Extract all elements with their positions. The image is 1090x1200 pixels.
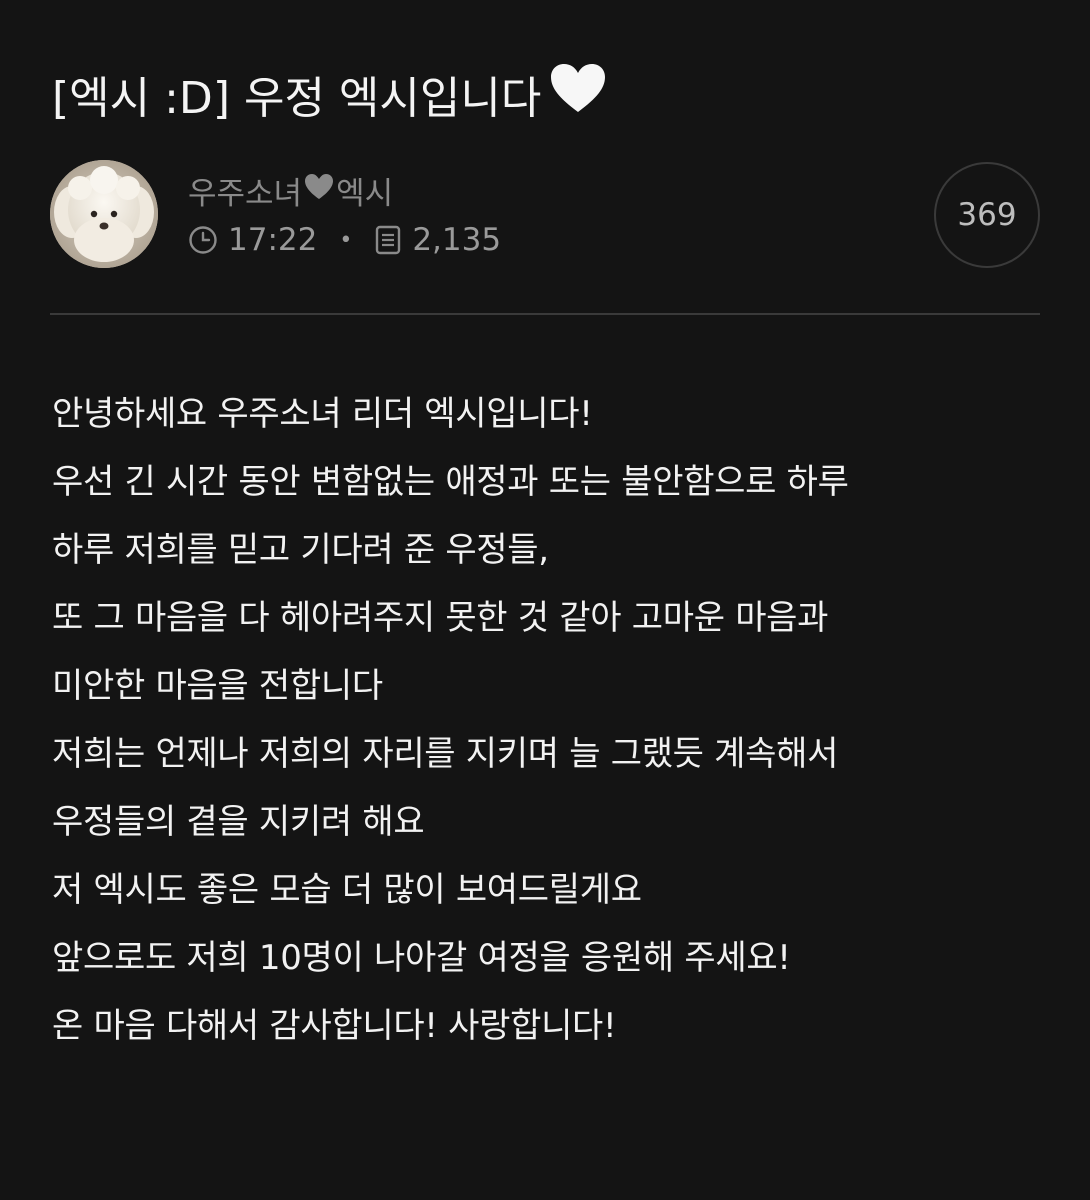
body-line: 안녕하세요 우주소녀 리더 엑시입니다! (52, 394, 593, 434)
body-line: 하루 저희를 믿고 기다려 준 우정들, (52, 530, 549, 570)
post-title: [엑시 :D] 우정 엑시입니다 (52, 62, 607, 135)
meta-separator: • (339, 227, 353, 253)
body-line: 저 엑시도 좋은 모습 더 많이 보여드릴게요 (52, 870, 642, 910)
author-row: 우주소녀 엑시 17:22 • 2,135 369 (50, 158, 1040, 270)
body-line: 저희는 언제나 저희의 자리를 지키며 늘 그랬듯 계속해서 (52, 734, 839, 774)
body-line: 미안한 마음을 전합니다 (52, 666, 383, 706)
author-name-member: 엑시 (336, 176, 394, 212)
clock-icon (188, 225, 218, 255)
view-count: 2,135 (412, 222, 502, 258)
post-meta: 17:22 • 2,135 (188, 222, 501, 258)
avatar[interactable] (50, 160, 158, 268)
comment-count: 369 (957, 197, 1017, 233)
body-line: 또 그 마음을 다 헤아려주지 못한 것 같아 고마운 마음과 (52, 598, 829, 638)
white-poodle-avatar-image (50, 160, 158, 268)
comment-count-button[interactable]: 369 (934, 162, 1040, 268)
heart-icon (304, 173, 334, 209)
post-body: 안녕하세요 우주소녀 리더 엑시입니다! 우선 긴 시간 동안 변함없는 애정과… (52, 380, 1052, 1060)
white-heart-icon (549, 62, 607, 135)
author-name-group: 우주소녀 (188, 176, 303, 212)
document-icon (374, 225, 402, 255)
post-title-text: [엑시 :D] 우정 엑시입니다 (52, 72, 542, 124)
body-line: 우정들의 곁을 지키려 해요 (52, 802, 425, 842)
post-time: 17:22 (228, 222, 318, 258)
divider (50, 313, 1040, 315)
body-line: 우선 긴 시간 동안 변함없는 애정과 또는 불안함으로 하루 (52, 462, 849, 502)
body-line: 앞으로도 저희 10명이 나아갈 여정을 응원해 주세요! (52, 938, 791, 978)
author-name[interactable]: 우주소녀 엑시 (188, 168, 393, 213)
body-line: 온 마음 다해서 감사합니다! 사랑합니다! (52, 1006, 617, 1046)
